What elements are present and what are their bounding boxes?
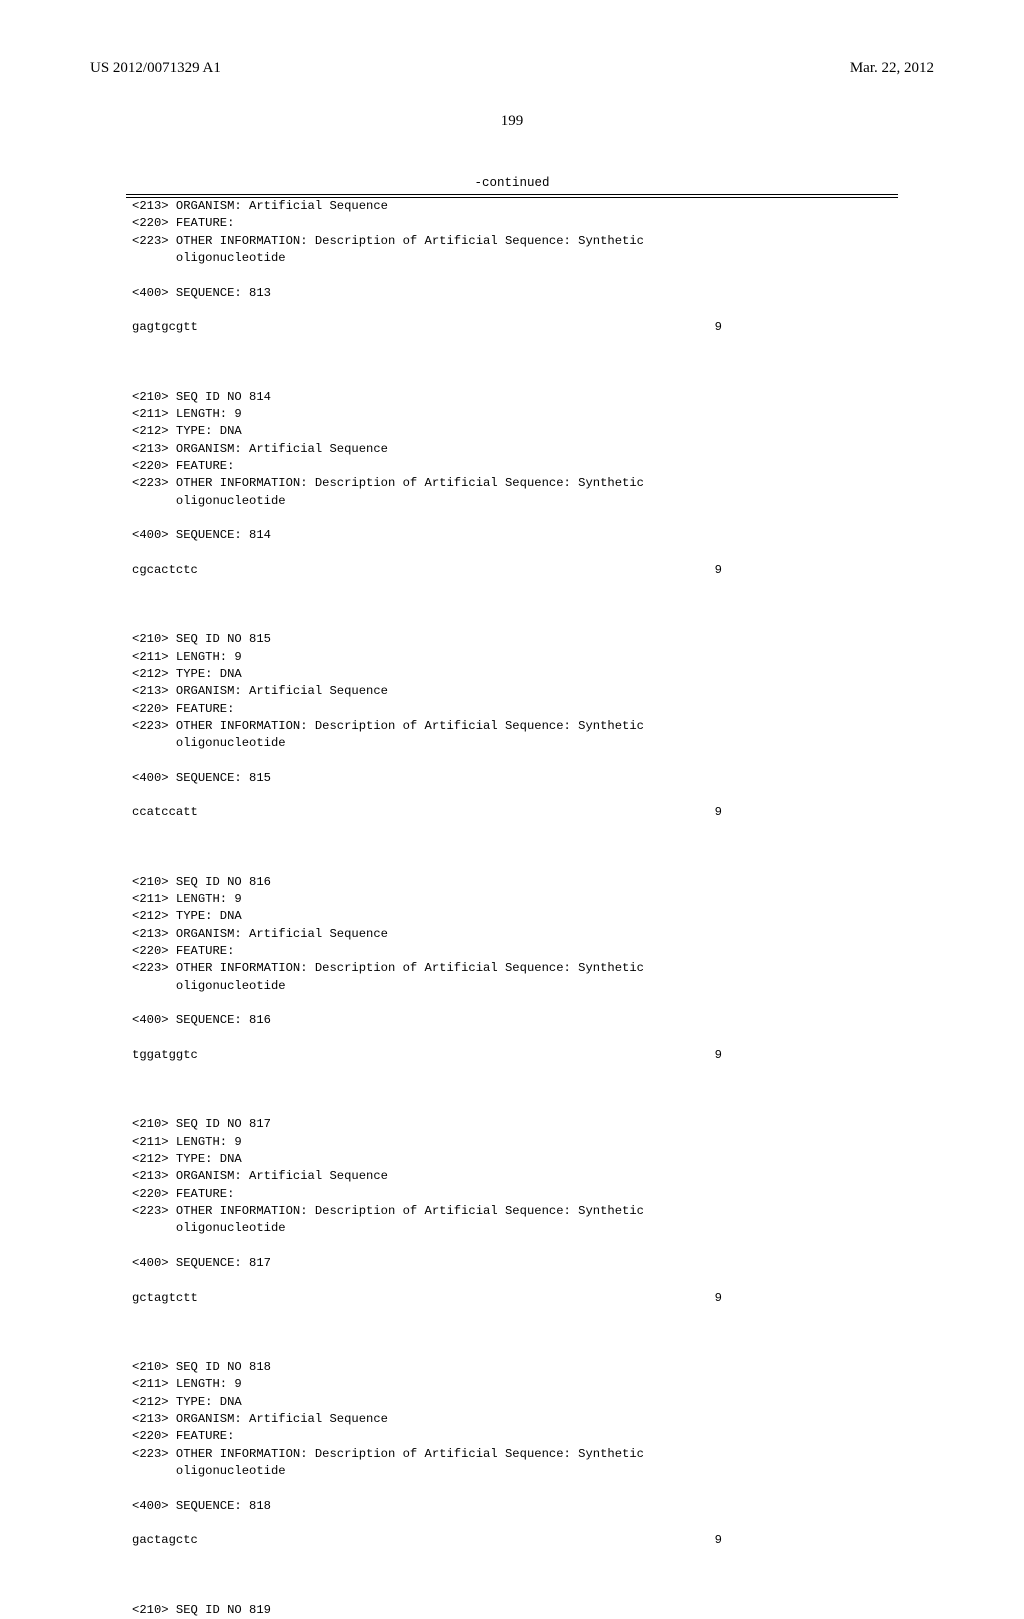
seq-meta-line: <210> SEQ ID NO 817 (132, 1117, 271, 1131)
seq-meta-line: <211> LENGTH: 9 (132, 1135, 242, 1149)
seq-meta-line: <212> TYPE: DNA (132, 424, 242, 438)
seq-meta-line: <213> ORGANISM: Artificial Sequence (132, 684, 388, 698)
patent-page: US 2012/0071329 A1 Mar. 22, 2012 199 -co… (0, 0, 1024, 1320)
seq-length: 9 (715, 804, 892, 821)
seq-meta-line: <220> FEATURE: (132, 944, 234, 958)
seq-meta-line: oligonucleotide (132, 736, 286, 750)
seq-meta-line: <213> ORGANISM: Artificial Sequence (132, 927, 388, 941)
seq-length: 9 (715, 319, 892, 336)
seq-meta-line: <210> SEQ ID NO 816 (132, 875, 271, 889)
seq-header-line: <400> SEQUENCE: 816 (132, 1013, 271, 1027)
seq-meta-line: <210> SEQ ID NO 815 (132, 632, 271, 646)
seq-sequence: cgcactctc (132, 562, 198, 579)
seq-header-line: <400> SEQUENCE: 813 (132, 286, 271, 300)
seq-sequence: gactagctc (132, 1532, 198, 1549)
seq-header-line: <400> SEQUENCE: 815 (132, 771, 271, 785)
seq-meta-line: <211> LENGTH: 9 (132, 1377, 242, 1391)
page-number: 199 (90, 113, 934, 130)
seq-meta-line: <211> LENGTH: 9 (132, 892, 242, 906)
seq-meta-line: <220> FEATURE: (132, 702, 234, 716)
seq-meta-line: <212> TYPE: DNA (132, 667, 242, 681)
seq-meta-line: <223> OTHER INFORMATION: Description of … (132, 961, 644, 975)
seq-meta-line: <213> ORGANISM: Artificial Sequence (132, 1169, 388, 1183)
seq-block-813: <213> ORGANISM: Artificial Sequence <220… (132, 199, 892, 337)
seq-meta-line: <210> SEQ ID NO 818 (132, 1360, 271, 1374)
seq-data-row: gctagtctt 9 (132, 1290, 892, 1307)
seq-sequence: gctagtctt (132, 1290, 198, 1307)
seq-length: 9 (715, 1290, 892, 1307)
seq-meta-line: oligonucleotide (132, 251, 286, 265)
section-divider-top (126, 194, 898, 195)
seq-block-815: <210> SEQ ID NO 815 <211> LENGTH: 9 <212… (132, 632, 892, 822)
seq-meta-line: <220> FEATURE: (132, 1429, 234, 1443)
seq-trailing-line: <210> SEQ ID NO 819 (132, 1603, 271, 1617)
seq-length: 9 (715, 1047, 892, 1064)
seq-data-row: gagtgcgtt 9 (132, 319, 892, 336)
seq-meta-line: <211> LENGTH: 9 (132, 407, 242, 421)
seq-length: 9 (715, 562, 892, 579)
seq-meta-line: <213> ORGANISM: Artificial Sequence (132, 199, 388, 213)
seq-meta-line: <223> OTHER INFORMATION: Description of … (132, 719, 644, 733)
seq-sequence: gagtgcgtt (132, 319, 198, 336)
seq-data-row: cgcactctc 9 (132, 562, 892, 579)
seq-meta-line: oligonucleotide (132, 979, 286, 993)
seq-header-line: <400> SEQUENCE: 814 (132, 528, 271, 542)
seq-meta-line: oligonucleotide (132, 1464, 286, 1478)
page-header: US 2012/0071329 A1 Mar. 22, 2012 (90, 60, 934, 77)
seq-length: 9 (715, 1532, 892, 1549)
seq-data-row: tggatggtc 9 (132, 1047, 892, 1064)
seq-header-line: <400> SEQUENCE: 818 (132, 1499, 271, 1513)
seq-header-line: <400> SEQUENCE: 817 (132, 1256, 271, 1270)
seq-data-row: ccatccatt 9 (132, 804, 892, 821)
seq-sequence: tggatggtc (132, 1047, 198, 1064)
seq-block-818: <210> SEQ ID NO 818 <211> LENGTH: 9 <212… (132, 1360, 892, 1550)
publication-date: Mar. 22, 2012 (850, 60, 934, 77)
seq-meta-line: <220> FEATURE: (132, 216, 234, 230)
seq-meta-line: <220> FEATURE: (132, 459, 234, 473)
publication-number: US 2012/0071329 A1 (90, 60, 221, 77)
seq-meta-line: <212> TYPE: DNA (132, 1395, 242, 1409)
seq-sequence: ccatccatt (132, 804, 198, 821)
seq-meta-line: <211> LENGTH: 9 (132, 650, 242, 664)
seq-meta-line: <212> TYPE: DNA (132, 909, 242, 923)
continued-label: -continued (90, 176, 934, 190)
seq-block-814: <210> SEQ ID NO 814 <211> LENGTH: 9 <212… (132, 390, 892, 580)
seq-meta-line: <210> SEQ ID NO 814 (132, 390, 271, 404)
seq-block-816: <210> SEQ ID NO 816 <211> LENGTH: 9 <212… (132, 875, 892, 1065)
seq-meta-line: <223> OTHER INFORMATION: Description of … (132, 476, 644, 490)
seq-meta-line: <223> OTHER INFORMATION: Description of … (132, 1204, 644, 1218)
sequence-listing: <213> ORGANISM: Artificial Sequence <220… (126, 197, 898, 1619)
seq-meta-line: <223> OTHER INFORMATION: Description of … (132, 234, 644, 248)
seq-data-row: gactagctc 9 (132, 1532, 892, 1549)
seq-meta-line: <213> ORGANISM: Artificial Sequence (132, 442, 388, 456)
seq-meta-line: <223> OTHER INFORMATION: Description of … (132, 1447, 644, 1461)
seq-block-817: <210> SEQ ID NO 817 <211> LENGTH: 9 <212… (132, 1117, 892, 1307)
seq-meta-line: <212> TYPE: DNA (132, 1152, 242, 1166)
seq-meta-line: oligonucleotide (132, 1221, 286, 1235)
seq-meta-line: <213> ORGANISM: Artificial Sequence (132, 1412, 388, 1426)
seq-meta-line: <220> FEATURE: (132, 1187, 234, 1201)
seq-meta-line: oligonucleotide (132, 494, 286, 508)
